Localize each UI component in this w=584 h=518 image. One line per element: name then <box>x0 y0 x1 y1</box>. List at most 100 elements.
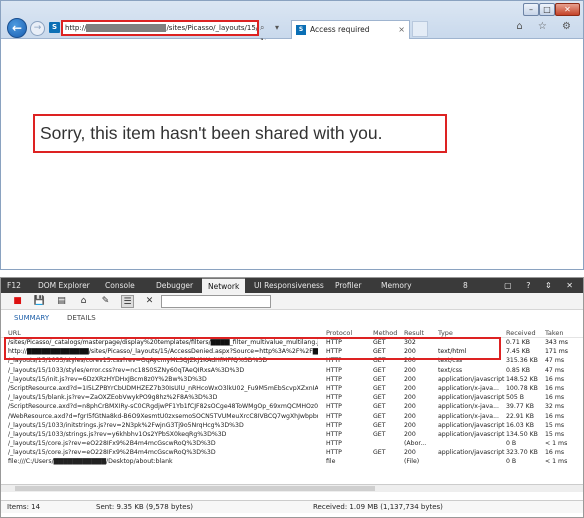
cell-received: 0.85 KB <box>506 366 531 374</box>
address-bar[interactable]: http:// /sites/Picasso/_layouts/15/Access… <box>61 20 259 36</box>
network-row[interactable]: /_layouts/15/core.js?rev=eO228IFx9%2B4m4… <box>1 448 583 457</box>
cell-protocol: HTTP <box>326 412 342 420</box>
cell-type: application/javascript <box>438 449 505 457</box>
stop-profiling-icon[interactable]: ■ <box>11 295 24 308</box>
back-button[interactable]: ← <box>7 18 27 38</box>
cell-type: text/css <box>438 366 463 374</box>
tab-ui-responsiveness[interactable]: UI Responsiveness <box>254 278 324 293</box>
cell-result: 200 <box>404 412 416 420</box>
cell-type: application/x-java... <box>438 412 499 420</box>
cell-url: /_layouts/15/core.js?rev=eO228IFx9%2B4m4… <box>8 440 216 448</box>
cell-result: 200 <box>404 375 416 383</box>
tab-memory[interactable]: Memory <box>381 278 412 293</box>
cell-method: GET <box>373 449 386 457</box>
cell-method: GET <box>373 384 386 392</box>
cell-received: 39.77 KB <box>506 403 534 411</box>
cell-taken: 15 ms <box>545 421 565 429</box>
cell-result: 200 <box>404 421 416 429</box>
sharepoint-favicon-icon: S <box>49 22 60 33</box>
network-row[interactable]: /ScriptResource.axd?d=1I5LZPBYrCbUDMHZEZ… <box>1 384 583 393</box>
network-row[interactable]: /ScriptResource.axd?d=n8phCrBMXIRy-sC0CR… <box>1 402 583 411</box>
cell-url: /_layouts/15/init.js?rev=6DzXRzHYDHxJBcm… <box>8 375 207 383</box>
cell-result: (Abor... <box>404 440 427 448</box>
cell-url: /ScriptResource.axd?d=1I5LZPBYrCbUDMHZEZ… <box>8 384 318 392</box>
network-row[interactable]: /_layouts/15/init.js?rev=6DzXRzHYDHxJBcm… <box>1 375 583 384</box>
cell-result: (File) <box>404 458 420 466</box>
tab-summary[interactable]: SUMMARY <box>14 310 49 326</box>
toolbar-icons[interactable]: ⌂ ☆ ⚙ <box>516 21 577 32</box>
access-denied-message: Sorry, this item hasn't been shared with… <box>33 114 447 153</box>
network-row[interactable]: /_layouts/15/1033/styles/error.css?rev=n… <box>1 366 583 375</box>
cell-method: GET <box>373 430 386 438</box>
cell-taken: 47 ms <box>545 357 565 365</box>
column-taken[interactable]: Taken <box>545 328 564 338</box>
network-row[interactable]: /_layouts/15/blank.js?rev=ZaOXZEobVwykPO… <box>1 393 583 402</box>
network-row[interactable]: /_layouts/15/core.js?rev=eO228IFx9%2B4m4… <box>1 439 583 448</box>
cell-type: application/x-java... <box>438 403 499 411</box>
tab-close-icon[interactable]: × <box>398 21 405 38</box>
cell-taken: < 1 ms <box>545 458 568 466</box>
cell-protocol: HTTP <box>326 430 342 438</box>
cell-result: 200 <box>404 366 416 374</box>
network-row[interactable]: file:///C:/Users/▇▇▇▇▇▇▇▇▇▇▇/Desktop/abo… <box>1 457 583 466</box>
cell-protocol: HTTP <box>326 366 342 374</box>
horizontal-scrollbar[interactable] <box>1 484 583 492</box>
tab-details[interactable]: DETAILS <box>67 310 96 326</box>
cell-received: 323.70 KB <box>506 449 538 457</box>
tab-console[interactable]: Console <box>105 278 135 293</box>
cell-type: application/javascript <box>438 421 505 429</box>
cell-type: application/javascript <box>438 375 505 383</box>
cell-protocol: file <box>326 458 336 466</box>
cell-taken: 16 ms <box>545 375 565 383</box>
devtools-window-icons[interactable]: ▢ ? ⇕ ✕ <box>504 278 579 293</box>
emulation-target-count[interactable]: 8 <box>463 278 468 293</box>
save-icon[interactable]: 💾 <box>33 295 46 308</box>
sharepoint-tab-icon: S <box>296 25 306 35</box>
new-tab-button[interactable] <box>412 21 428 37</box>
filter-toggle-icon[interactable]: ☰ <box>121 295 134 308</box>
cell-protocol: HTTP <box>326 394 342 402</box>
cell-url: /WebResource.axd?d=fgrI5fGtNa8kd-B6O9Xes… <box>8 412 318 420</box>
maximize-button[interactable]: □ <box>539 3 555 16</box>
forward-button[interactable]: → <box>30 21 45 36</box>
tab-debugger[interactable]: Debugger <box>156 278 193 293</box>
clear-session-icon[interactable]: ✕ <box>143 295 156 308</box>
column-received[interactable]: Received <box>506 328 536 338</box>
clear-cache-icon[interactable]: ⌂ <box>77 295 90 308</box>
tab-access-required[interactable]: S Access required × <box>291 20 410 39</box>
address-prefix: http:// <box>65 24 87 32</box>
network-row[interactable]: /WebResource.axd?d=fgrI5fGtNa8kd-B6O9Xes… <box>1 412 583 421</box>
minimize-button[interactable]: – <box>523 3 539 16</box>
network-row[interactable]: /_layouts/15/1033/initstrings.js?rev=2N3… <box>1 421 583 430</box>
cell-url: /_layouts/15/1033/strings.js?rev=y6khbhv… <box>8 430 227 438</box>
cell-url: /_layouts/15/1033/styles/error.css?rev=n… <box>8 366 245 374</box>
cell-result: 200 <box>404 430 416 438</box>
cell-received: 7.45 KB <box>506 348 531 356</box>
cell-received: 16.03 KB <box>506 421 534 429</box>
cell-taken: 171 ms <box>545 348 569 356</box>
cell-taken: < 1 ms <box>545 440 568 448</box>
network-request-list: /sites/Picasso/_catalogs/masterpage/disp… <box>1 338 583 485</box>
import-icon[interactable]: ▤ <box>55 295 68 308</box>
tab-title: Access required <box>310 25 370 34</box>
cell-taken: 15 ms <box>545 430 565 438</box>
cell-received: 100.78 KB <box>506 384 538 392</box>
f12-developer-tools: F12 DOM Explorer Console Debugger Networ… <box>0 277 584 518</box>
cell-protocol: HTTP <box>326 375 342 383</box>
cell-result: 200 <box>404 449 416 457</box>
scrollbar-thumb[interactable] <box>15 486 375 491</box>
tab-network[interactable]: Network <box>202 278 246 293</box>
cell-method: GET <box>373 394 386 402</box>
cell-result: 200 <box>404 384 416 392</box>
clear-cookies-icon[interactable]: ✎ <box>99 295 112 308</box>
address-bar-icons[interactable]: ⌕ ▾ ↻ <box>260 21 290 46</box>
close-window-button[interactable]: ✕ <box>555 3 580 16</box>
tab-dom-explorer[interactable]: DOM Explorer <box>38 278 90 293</box>
network-search-input[interactable] <box>161 295 271 308</box>
network-row[interactable]: /_layouts/15/1033/strings.js?rev=y6khbhv… <box>1 430 583 439</box>
tab-profiler[interactable]: Profiler <box>335 278 361 293</box>
cell-taken: 32 ms <box>545 403 565 411</box>
items-count: Items: 14 <box>7 503 41 511</box>
cell-url: /_layouts/15/1033/initstrings.js?rev=2N3… <box>8 421 244 429</box>
sent-total: Sent: 9.35 KB (9,578 bytes) <box>96 503 193 511</box>
